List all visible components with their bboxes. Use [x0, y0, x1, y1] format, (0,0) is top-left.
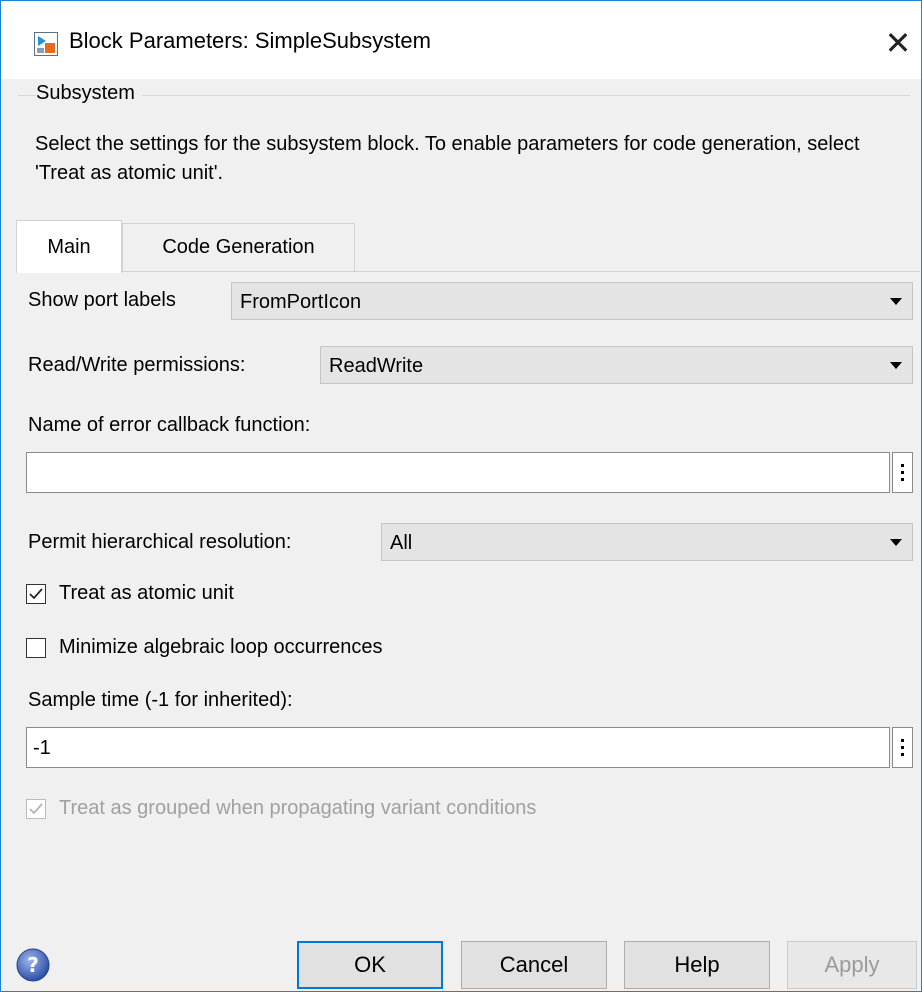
- sample-time-value: -1: [33, 737, 51, 759]
- simulink-block-icon: [34, 32, 58, 56]
- title-bar[interactable]: Block Parameters: SimpleSubsystem ✕: [1, 1, 921, 79]
- window-title: Block Parameters: SimpleSubsystem: [69, 28, 431, 53]
- minimize-loop-checkbox[interactable]: [26, 638, 46, 658]
- chevron-down-icon: [890, 362, 902, 369]
- read-write-permissions-value: ReadWrite: [329, 355, 424, 377]
- tab-main[interactable]: Main: [16, 220, 122, 273]
- treat-as-atomic-checkbox[interactable]: [26, 584, 46, 604]
- chevron-down-icon: [890, 298, 902, 305]
- tab-code-generation[interactable]: Code Generation: [122, 223, 355, 271]
- help-button[interactable]: Help: [624, 941, 770, 989]
- vertical-ellipsis-icon[interactable]: [892, 727, 913, 768]
- sample-time-field[interactable]: -1: [26, 727, 890, 768]
- group-label: Subsystem: [36, 82, 142, 105]
- subsystem-group: Subsystem Select the settings for the su…: [18, 82, 910, 203]
- svg-text:?: ?: [27, 953, 39, 977]
- sample-time-label: Sample time (-1 for inherited):: [28, 689, 293, 711]
- read-write-permissions-dropdown[interactable]: ReadWrite: [320, 346, 913, 384]
- vertical-ellipsis-icon[interactable]: [892, 452, 913, 493]
- treat-as-grouped-label: Treat as grouped when propagating varian…: [59, 797, 537, 819]
- hierarchical-resolution-value: All: [390, 532, 413, 554]
- dialog-window: Block Parameters: SimpleSubsystem ✕ Subs…: [0, 0, 922, 992]
- group-description: Select the settings for the subsystem bl…: [35, 133, 860, 184]
- help-question-icon[interactable]: ?: [15, 947, 51, 983]
- treat-as-atomic-label[interactable]: Treat as atomic unit: [59, 582, 234, 605]
- hierarchical-resolution-dropdown[interactable]: All: [381, 523, 913, 561]
- checkmark-icon: [29, 803, 43, 815]
- chevron-down-icon: [890, 539, 902, 546]
- treat-as-grouped-checkbox: [26, 799, 46, 819]
- hierarchical-resolution-label: Permit hierarchical resolution:: [28, 531, 292, 553]
- show-port-labels-label: Show port labels: [28, 289, 176, 311]
- close-icon[interactable]: ✕: [881, 26, 915, 60]
- show-port-labels-dropdown[interactable]: FromPortIcon: [231, 282, 913, 320]
- read-write-permissions-label: Read/Write permissions:: [28, 354, 246, 376]
- minimize-loop-label[interactable]: Minimize algebraic loop occurrences: [59, 636, 382, 659]
- show-port-labels-value: FromPortIcon: [240, 291, 362, 313]
- apply-button: Apply: [787, 941, 917, 989]
- tab-panel-main: Show port labels FromPortIcon Read/Write…: [16, 271, 920, 958]
- cancel-button[interactable]: Cancel: [461, 941, 607, 989]
- ok-button[interactable]: OK: [297, 941, 443, 989]
- checkmark-icon: [29, 588, 43, 600]
- error-callback-label: Name of error callback function:: [28, 414, 311, 436]
- error-callback-field[interactable]: [26, 452, 890, 493]
